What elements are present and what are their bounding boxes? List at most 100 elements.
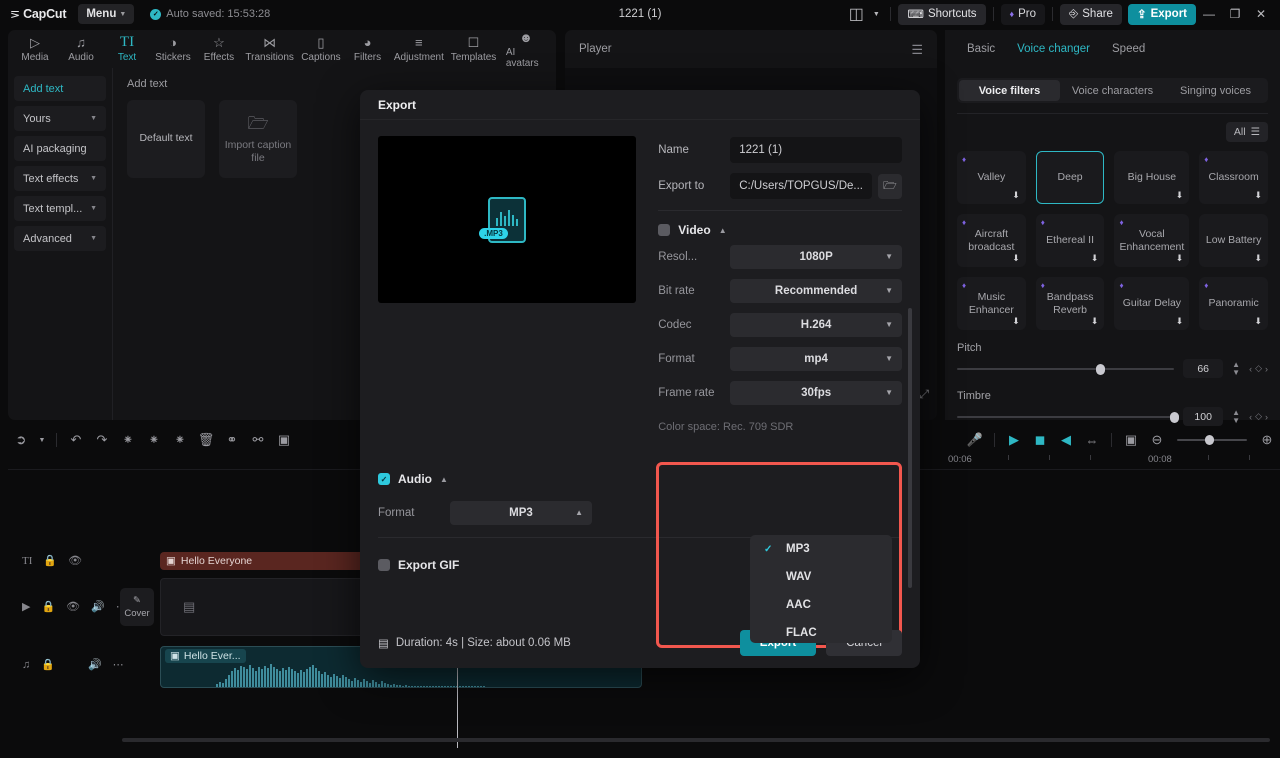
framerate-select[interactable]: 30fps ▼ [730,381,902,405]
tab-media[interactable]: ▷ Media [12,35,58,63]
timeline-horizontal-scrollbar[interactable] [122,738,1270,742]
download-icon[interactable]: ⬇ [1091,253,1099,263]
preview-zoom-icon[interactable]: ▣ [1118,428,1144,452]
shortcuts-button[interactable]: ⌨ Shortcuts [898,4,985,25]
player-menu-icon[interactable]: ☰ [911,43,923,56]
close-button[interactable]: ✕ [1248,3,1274,25]
chevron-up-icon[interactable]: ▲ [440,475,448,484]
volume-icon[interactable]: 🔊 [88,658,102,671]
mirror-icon[interactable]: ⇔ [1079,428,1105,452]
tab-audio[interactable]: ♫ Audio [58,35,104,63]
pro-button[interactable]: ♦ Pro [1001,4,1046,25]
download-icon[interactable]: ⬇ [1176,316,1184,326]
layout-chevron-icon[interactable]: ▼ [869,4,883,24]
voice-cell-aircraft-broadcast[interactable]: ♦ Aircraft broadcast ⬇ [957,214,1026,267]
auto-cut-left-icon[interactable]: ▶ [1001,428,1027,452]
sidebar-item-ai-packaging[interactable]: AI packaging [14,136,106,161]
share-button[interactable]: ⎆ Share [1060,4,1122,25]
zoom-in-icon[interactable]: ⊕ [1254,428,1280,452]
menu-button[interactable]: Menu ▼ [78,4,134,24]
export-path-input[interactable]: C:/Users/TOPGUS/De... [730,173,872,199]
sidebar-item-text-effects[interactable]: Text effects ▼ [14,166,106,191]
pitch-slider[interactable] [957,368,1174,370]
lock-icon[interactable]: 🔒 [41,658,55,671]
browse-folder-icon[interactable]: 🗁 [878,174,902,199]
keyframe-icon[interactable]: ◇ [1255,411,1262,422]
timbre-value[interactable]: 100 [1183,407,1223,426]
keyframe-icon[interactable]: ◇ [1255,363,1262,374]
tab-transitions[interactable]: ⋈ Transitions [242,35,297,63]
voice-cell-deep[interactable]: Deep [1036,151,1105,204]
minimize-button[interactable]: — [1196,3,1222,25]
download-icon[interactable]: ⬇ [1012,253,1020,263]
resolution-select[interactable]: 1080P ▼ [730,245,902,269]
volume-icon[interactable]: 🔊 [91,600,105,613]
filter-all-button[interactable]: All ☰ [1226,122,1268,142]
pitch-slider-knob[interactable] [1096,364,1105,375]
voice-cell-music-enhancer[interactable]: ♦ Music Enhancer ⬇ [957,277,1026,330]
zoom-out-icon[interactable]: ⊖ [1144,428,1170,452]
download-icon[interactable]: ⬇ [1012,190,1020,200]
video-checkbox[interactable] [658,224,670,236]
layout-icon[interactable]: ◫ [843,4,869,24]
mask-icon[interactable]: ⚯ [245,428,271,452]
codec-select[interactable]: H.264 ▼ [730,313,902,337]
tab-effects[interactable]: ☆ Effects [196,35,242,63]
freeze-icon[interactable]: ⚭ [219,428,245,452]
keyframe-next-icon[interactable]: › [1265,364,1268,374]
keyframe-prev-icon[interactable]: ‹ [1249,364,1252,374]
auto-cut-center-icon[interactable]: ◼ [1027,428,1053,452]
voice-cell-classroom[interactable]: ♦ Classroom ⬇ [1199,151,1268,204]
keyframe-prev-icon[interactable]: ‹ [1249,412,1252,422]
pitch-stepper[interactable]: ▲▼ [1232,361,1240,377]
segment-voice-characters[interactable]: Voice characters [1062,80,1163,101]
tab-speed[interactable]: Speed [1112,43,1145,55]
voice-cell-big-house[interactable]: Big House ⬇ [1114,151,1189,204]
tab-captions[interactable]: ▯ Captions [297,35,344,63]
audio-checkbox[interactable]: ✓ [378,473,390,485]
dropdown-option-aac[interactable]: AAC [750,591,892,619]
timbre-slider[interactable] [957,416,1174,418]
sidebar-item-yours[interactable]: Yours ▼ [14,106,106,131]
download-icon[interactable]: ⬇ [1012,316,1020,326]
split-left-icon[interactable]: ⁕ [115,428,141,452]
more-icon[interactable]: ⋯ [113,658,124,671]
chevron-up-icon[interactable]: ▲ [719,226,727,235]
tab-filters[interactable]: ◕ Filters [345,35,391,63]
zoom-slider-knob[interactable] [1205,435,1214,445]
record-voice-icon[interactable]: 🎤 [962,428,988,452]
sidebar-item-advanced[interactable]: Advanced ▼ [14,226,106,251]
pitch-value[interactable]: 66 [1183,359,1223,378]
split-icon[interactable]: ⁕ [141,428,167,452]
tab-adjustment[interactable]: ≡ Adjustment [391,35,448,63]
timbre-keyframe-controls[interactable]: ‹ ◇ › [1249,411,1268,422]
export-button[interactable]: ⇪ Export [1128,4,1196,25]
voice-cell-low-battery[interactable]: Low Battery ⬇ [1199,214,1268,267]
voice-cell-vocal-enhancement[interactable]: ♦ Vocal Enhancement ⬇ [1114,214,1189,267]
dropdown-option-mp3[interactable]: ✓ MP3 [750,535,892,563]
cover-button[interactable]: ✎ Cover [120,588,154,626]
video-format-select[interactable]: mp4 ▼ [730,347,902,371]
voice-cell-guitar-delay[interactable]: ♦ Guitar Delay ⬇ [1114,277,1189,330]
bitrate-select[interactable]: Recommended ▼ [730,279,902,303]
delete-icon[interactable]: 🗑 [193,428,219,452]
download-icon[interactable]: ⬇ [1176,190,1184,200]
eye-icon[interactable]: 👁 [66,600,80,613]
export-gif-checkbox[interactable] [378,559,390,571]
split-right-icon[interactable]: ⁕ [167,428,193,452]
eye-icon[interactable]: 👁 [68,554,82,567]
lock-icon[interactable]: 🔒 [41,600,55,613]
import-caption-file-card[interactable]: 🗁 Import caption file [219,100,297,178]
dropdown-option-flac[interactable]: FLAC [750,619,892,643]
download-icon[interactable]: ⬇ [1254,316,1262,326]
maximize-button[interactable]: ❐ [1222,3,1248,25]
voice-cell-bandpass-reverb[interactable]: ♦ Bandpass Reverb ⬇ [1036,277,1105,330]
download-icon[interactable]: ⬇ [1091,316,1099,326]
voice-cell-ethereal-ii[interactable]: ♦ Ethereal II ⬇ [1036,214,1105,267]
download-icon[interactable]: ⬇ [1254,190,1262,200]
pitch-keyframe-controls[interactable]: ‹ ◇ › [1249,363,1268,374]
redo-icon[interactable]: ↷ [89,428,115,452]
voice-cell-panoramic[interactable]: ♦ Panoramic ⬇ [1199,277,1268,330]
auto-cut-right-icon[interactable]: ◀ [1053,428,1079,452]
voice-cell-valley[interactable]: ♦ Valley ⬇ [957,151,1026,204]
